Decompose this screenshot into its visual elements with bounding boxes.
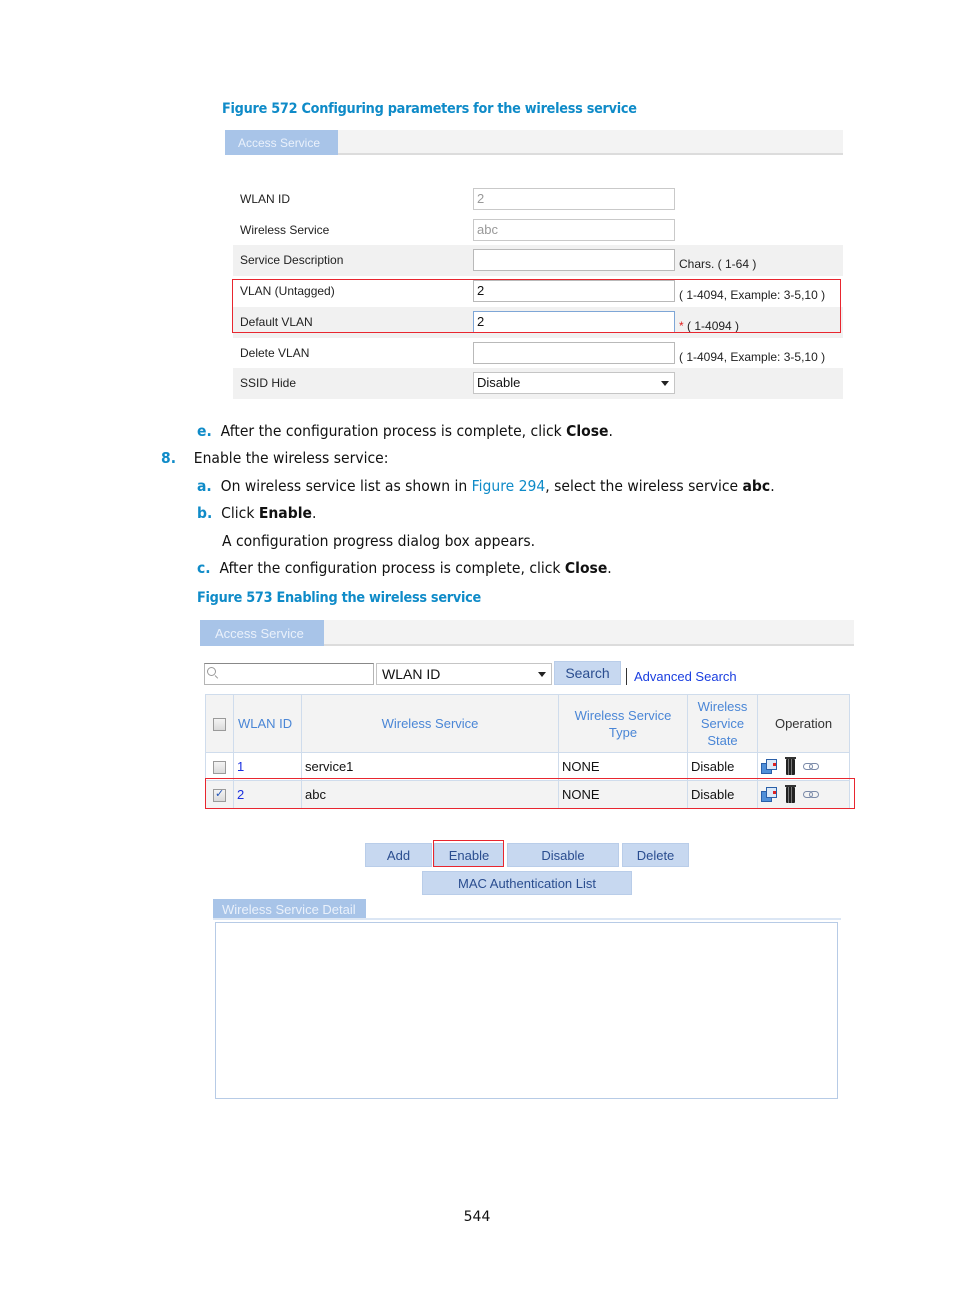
header-service-type[interactable]: Wireless Service Type bbox=[558, 694, 688, 753]
step-a-text: On wireless service list as shown in bbox=[220, 477, 472, 495]
tab-access-service[interactable]: Access Service bbox=[225, 130, 339, 155]
figure-573-tabbar: Access Service bbox=[200, 620, 854, 646]
header-service-state[interactable]: Wireless Service State bbox=[687, 694, 758, 753]
search-button[interactable]: Search bbox=[554, 661, 621, 685]
select-all-header bbox=[205, 694, 234, 753]
step-c-text: After the configuration process is compl… bbox=[219, 559, 565, 577]
step-8-marker: 8. bbox=[161, 449, 177, 467]
header-wireless-service[interactable]: Wireless Service bbox=[301, 694, 559, 753]
step-a-marker: a. bbox=[197, 477, 212, 495]
step-c-bold: Close bbox=[564, 559, 608, 577]
enable-highlight-box bbox=[433, 840, 504, 867]
step-8: 8. Enable the wireless service: bbox=[161, 449, 388, 467]
step-e-text: After the configuration process is compl… bbox=[220, 422, 567, 440]
header-type-line2: Type bbox=[608, 724, 638, 740]
search-icon bbox=[207, 667, 216, 676]
wlan-id-label: WLAN ID bbox=[240, 192, 291, 206]
form-row-ssid-hide: SSID Hide Disable bbox=[233, 368, 843, 399]
ssid-hide-label: SSID Hide bbox=[240, 376, 297, 390]
step-a: a. On wireless service list as shown in … bbox=[197, 477, 775, 495]
delete-vlan-hint: ( 1-4094, Example: 3-5,10 ) bbox=[679, 350, 826, 364]
wireless-service-field[interactable]: abc bbox=[473, 219, 675, 241]
form-row-wlan-id: WLAN ID 2 bbox=[233, 184, 843, 215]
step-e: e. After the configuration process is co… bbox=[197, 422, 613, 440]
type-cell: NONE bbox=[558, 752, 688, 781]
vlan-highlight-box bbox=[232, 279, 841, 333]
header-operation: Operation bbox=[757, 694, 850, 753]
row-checkbox[interactable] bbox=[213, 761, 226, 775]
page-number: 544 bbox=[463, 1209, 491, 1225]
step-e-end: . bbox=[608, 422, 613, 440]
ssid-hide-select[interactable]: Disable bbox=[473, 372, 675, 394]
advanced-search-link[interactable]: Advanced Search bbox=[634, 669, 737, 684]
add-button[interactable]: Add bbox=[365, 843, 432, 867]
delete-icon[interactable] bbox=[785, 756, 796, 775]
separator bbox=[626, 668, 627, 685]
step-b-note: A configuration progress dialog box appe… bbox=[222, 532, 536, 550]
form-row-wireless-service: Wireless Service abc bbox=[233, 215, 843, 246]
state-cell: Disable bbox=[687, 752, 758, 781]
service-description-label: Service Description bbox=[240, 253, 344, 267]
service-cell: service1 bbox=[301, 752, 559, 781]
table-header-row: WLAN ID Wireless Service Wireless Servic… bbox=[205, 694, 850, 753]
service-description-field[interactable] bbox=[473, 249, 675, 271]
form-row-delete-vlan: Delete VLAN ( 1-4094, Example: 3-5,10 ) bbox=[233, 338, 843, 369]
wlan-id-cell[interactable]: 1 bbox=[233, 752, 302, 781]
step-b: b. Click Enable. bbox=[197, 504, 316, 522]
row-select-cell bbox=[205, 752, 234, 781]
step-e-bold: Close bbox=[566, 422, 609, 440]
wireless-service-detail-panel bbox=[215, 922, 838, 1099]
chevron-down-icon bbox=[538, 672, 546, 677]
step-a-text-mid: , select the wireless service bbox=[545, 477, 743, 495]
step-a-end: . bbox=[770, 477, 775, 495]
step-b-bold: Enable bbox=[258, 504, 312, 522]
disable-button[interactable]: Disable bbox=[507, 843, 619, 867]
search-field-select[interactable]: WLAN ID bbox=[376, 663, 552, 685]
form-row-service-description: Service Description Chars. ( 1-64 ) bbox=[233, 245, 843, 276]
search-input[interactable] bbox=[204, 663, 374, 685]
ssid-hide-value: Disable bbox=[477, 375, 521, 390]
figure-294-link[interactable]: Figure 294 bbox=[472, 477, 546, 495]
wlan-id-field[interactable]: 2 bbox=[473, 188, 675, 210]
detail-divider bbox=[213, 918, 841, 920]
delete-vlan-label: Delete VLAN bbox=[240, 346, 310, 360]
mac-authentication-list-button[interactable]: MAC Authentication List bbox=[422, 871, 632, 895]
step-c: c. After the configuration process is co… bbox=[197, 559, 612, 577]
operation-cell bbox=[757, 752, 850, 781]
step-a-bold: abc bbox=[742, 477, 771, 495]
step-c-marker: c. bbox=[197, 559, 211, 577]
step-e-marker: e. bbox=[197, 422, 212, 440]
figure-572-tabbar: Access Service bbox=[225, 130, 843, 155]
search-field-value: WLAN ID bbox=[382, 666, 441, 682]
figure-572-caption: Figure 572 Configuring parameters for th… bbox=[222, 101, 637, 117]
tab-access-service-2[interactable]: Access Service bbox=[200, 620, 324, 646]
header-wlan-id[interactable]: WLAN ID bbox=[233, 694, 302, 753]
header-type-line1: Wireless Service bbox=[574, 707, 672, 723]
header-state-line3: State bbox=[707, 733, 738, 748]
edit-icon[interactable] bbox=[761, 758, 778, 775]
table-row: 1 service1 NONE Disable bbox=[205, 752, 850, 781]
step-c-end: . bbox=[607, 559, 612, 577]
chevron-down-icon bbox=[661, 381, 669, 386]
figure-573-caption: Figure 573 Enabling the wireless service bbox=[197, 590, 481, 606]
service-description-hint: Chars. ( 1-64 ) bbox=[679, 257, 757, 271]
step-b-marker: b. bbox=[197, 504, 213, 522]
tab-wireless-service-detail[interactable]: Wireless Service Detail bbox=[213, 899, 366, 919]
step-b-end: . bbox=[311, 504, 317, 522]
step-8-text: Enable the wireless service: bbox=[193, 449, 389, 467]
bind-icon[interactable] bbox=[803, 763, 819, 770]
step-b-text: Click bbox=[221, 504, 259, 522]
delete-vlan-field[interactable] bbox=[473, 342, 675, 364]
header-state-line1: Wireless bbox=[697, 699, 748, 714]
delete-button[interactable]: Delete bbox=[622, 843, 689, 867]
wireless-service-label: Wireless Service bbox=[240, 223, 330, 237]
header-state-line2: Service bbox=[700, 716, 745, 731]
selected-row-highlight-box bbox=[205, 778, 855, 809]
select-all-checkbox[interactable] bbox=[213, 718, 226, 732]
